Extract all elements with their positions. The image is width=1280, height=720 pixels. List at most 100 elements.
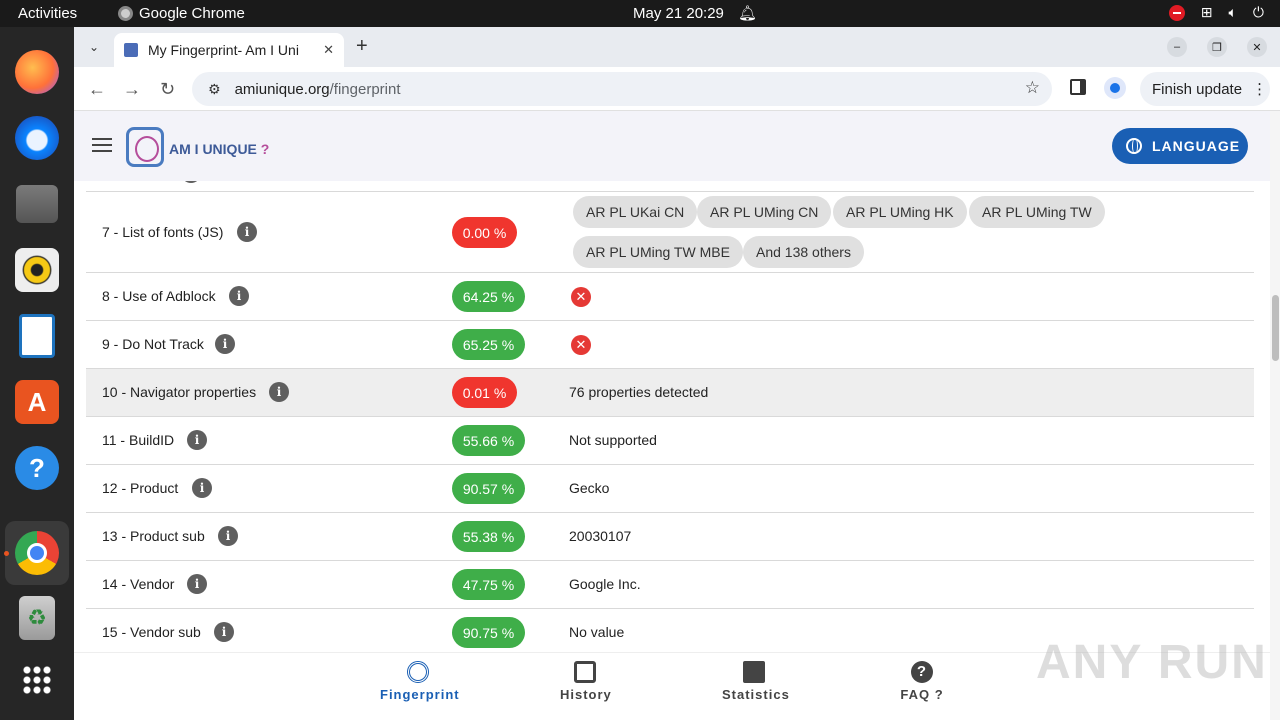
chrome-icon [118,6,133,21]
firefox-icon [15,50,59,94]
software-launcher[interactable]: A [12,377,62,427]
info-icon[interactable]: i [218,526,238,546]
writer-launcher[interactable] [12,311,62,361]
browser-toolbar: ← → ↻ ⚙ amiunique.org/fingerprint ☆ Fini… [74,67,1280,111]
finish-update-button[interactable]: Finish update ⋮ [1140,72,1270,106]
row-name: 10 - Navigator properties [102,384,257,400]
rhythmbox-launcher[interactable] [12,245,62,295]
language-button[interactable]: LANGUAGE [1112,128,1248,164]
minimize-button[interactable]: – [1167,37,1187,57]
nav-statistics-label: Statistics [722,687,790,702]
thunderbird-launcher[interactable] [12,113,62,163]
table-row: 10 - Navigator properties i 0.01 % 76 prope… [86,369,1254,417]
url-path: /fingerprint [329,80,401,98]
tab-search-button[interactable]: ⌄ [82,35,106,59]
help-launcher[interactable]: ? [12,443,62,493]
info-icon[interactable]: i [215,334,235,354]
nav-history[interactable]: History [560,661,612,702]
table-row: 12 - Product i 90.57 % Gecko [86,465,1254,513]
page-scrollbar[interactable] [1270,111,1280,720]
hamburger-menu-icon[interactable] [92,138,112,152]
row-value: 76 properties detected [569,384,709,400]
kebab-menu-icon[interactable]: ⋮ [1252,80,1267,98]
info-icon[interactable]: i [187,574,207,594]
more-fonts-chip[interactable]: And 138 others [743,236,864,268]
fingerprint-icon [407,661,429,683]
do-not-disturb-icon [1168,4,1185,21]
nav-fingerprint[interactable]: Fingerprint [380,661,459,702]
info-icon[interactable]: i [229,286,249,306]
info-icon[interactable]: i [187,430,207,450]
update-label: Finish update [1152,80,1243,98]
app-menu[interactable]: Google Chrome [118,5,245,22]
row-name: 12 - Product [102,480,179,496]
brand-text: AM I UNIQUE [169,141,257,157]
site-brand[interactable]: AM I UNIQUE ? [169,141,269,157]
close-tab-icon[interactable]: ✕ [323,42,334,58]
page-content: AM I UNIQUE ? LANGUAGE 6 - Canvasi0.02 %… [74,111,1280,720]
tab-active[interactable]: My Fingerprint- Am I Uni ✕ [114,33,344,67]
firefox-launcher[interactable] [12,47,62,97]
language-label: LANGUAGE [1152,138,1241,154]
false-x-icon: ✕ [571,335,591,355]
app-name: Google Chrome [139,5,245,22]
network-icon: ⊞ [1200,4,1213,20]
trash-launcher[interactable]: ♻ [12,593,62,643]
back-button[interactable]: ← [88,79,106,100]
similarity-badge: 55.66 % [452,425,525,456]
similarity-badge: 0.01 % [452,377,517,408]
site-info-icon[interactable]: ⚙ [208,81,221,98]
scrollbar-thumb[interactable] [1272,295,1279,361]
writer-icon [19,314,55,358]
trash-icon: ♻ [19,596,55,640]
row-name: 14 - Vendor [102,576,175,592]
forward-button[interactable]: → [123,79,141,100]
row-value: Gecko [569,480,610,496]
row-name: 11 - BuildID [102,432,175,448]
close-window-button[interactable]: ✕ [1247,37,1267,57]
nav-history-label: History [560,687,612,702]
tab-strip: ⌄ My Fingerprint- Am I Uni ✕ + – ❐ ✕ [74,27,1280,67]
similarity-badge: 65.25 % [452,329,525,360]
browser-window: ⌄ My Fingerprint- Am I Uni ✕ + – ❐ ✕ ← →… [74,27,1280,720]
system-tray[interactable]: ⊞ 🔈︎ ⏻ [1168,4,1264,21]
row-value: Google Inc. [569,576,641,592]
volume-icon: 🔈︎ [1228,4,1237,20]
history-icon [574,661,596,683]
bookmark-star-icon[interactable]: ☆ [1025,78,1040,98]
chrome-icon [15,531,59,575]
nav-faq-label: FAQ ? [900,687,944,702]
row-value: 20030107 [569,528,632,544]
chrome-launcher[interactable] [5,521,69,585]
row-name: 9 - Do Not Track [102,336,204,352]
font-chip: AR PL UMing CN [697,196,832,228]
globe-icon [1126,138,1142,154]
row-value: Not supported [569,432,657,448]
info-icon[interactable]: i [192,478,212,498]
nav-statistics[interactable]: Statistics [722,661,789,702]
files-launcher[interactable] [12,179,62,229]
activities-button[interactable]: Activities [18,5,77,22]
profile-button[interactable] [1104,77,1126,99]
table-row: 13 - Product sub i 55.38 % 20030107 [86,513,1254,561]
info-icon[interactable]: i [237,222,257,242]
brand-mark: ? [260,141,270,157]
reload-button[interactable]: ↻ [160,79,175,100]
clock[interactable]: May 21 20:29 [633,5,724,22]
address-bar[interactable]: ⚙ amiunique.org/fingerprint ☆ [192,72,1052,106]
info-icon[interactable]: i [269,382,289,402]
nav-fingerprint-label: Fingerprint [380,687,460,702]
false-x-icon: ✕ [571,287,591,307]
new-tab-button[interactable]: + [356,35,368,58]
info-icon[interactable]: i [214,622,234,642]
dock: A ? ♻ [0,27,74,720]
font-chip: AR PL UMing TW MBE [573,236,743,268]
maximize-button[interactable]: ❐ [1207,37,1227,57]
side-panel-icon[interactable] [1070,79,1086,95]
rhythmbox-icon [15,248,59,292]
show-apps-button[interactable] [12,655,62,705]
system-top-bar: Activities Google Chrome May 21 20:29 🔔︎… [0,0,1280,27]
fingerprint-logo-icon[interactable] [126,127,164,167]
row-name: 15 - Vendor sub [102,624,201,640]
nav-faq[interactable]: ? FAQ ? [900,661,944,702]
